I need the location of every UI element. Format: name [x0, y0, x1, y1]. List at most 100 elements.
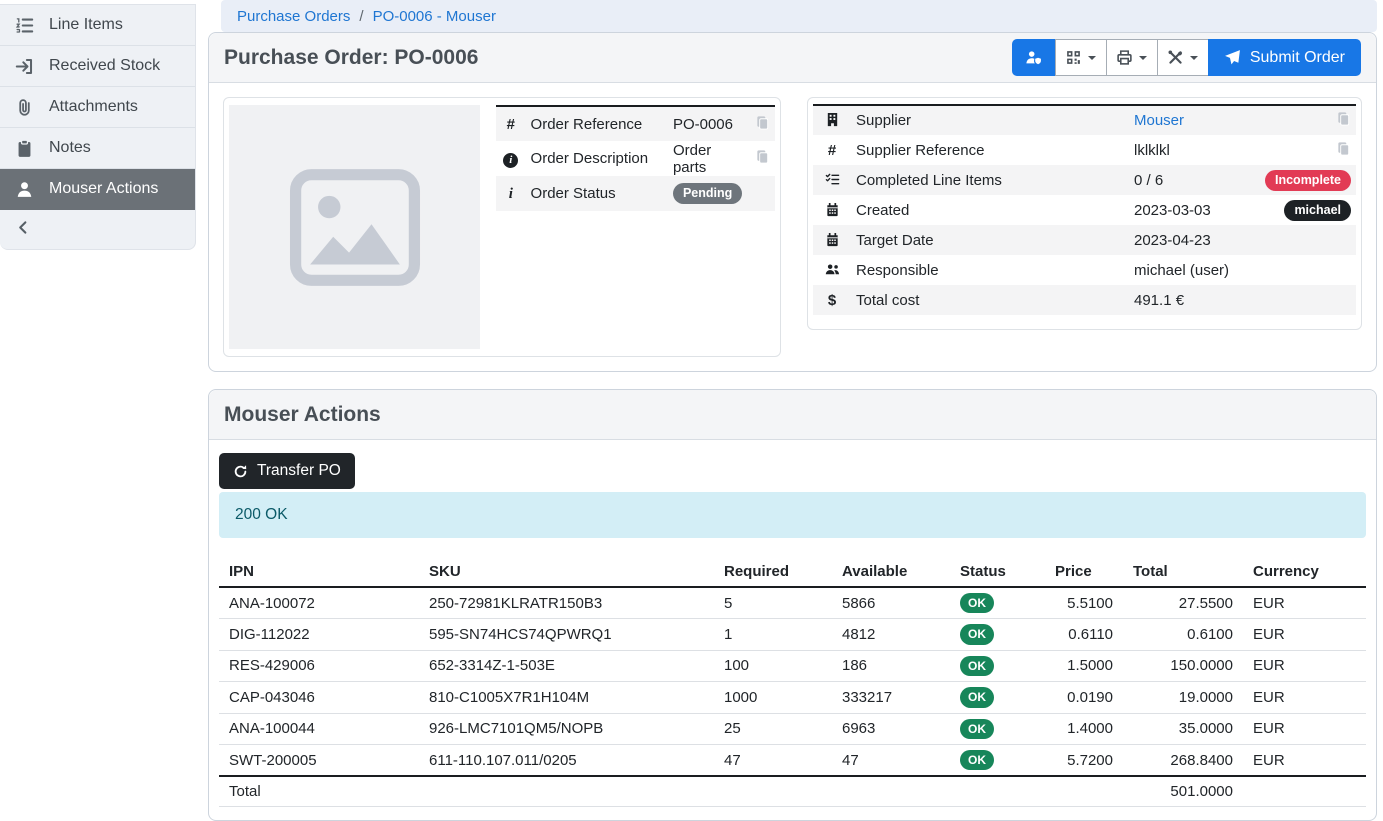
cell-sku: 926-LMC7101QM5/NOPB: [419, 713, 714, 744]
ordered-list-icon: [15, 16, 34, 35]
table-row: CAP-043046 810-C1005X7R1H104M 1000 33321…: [219, 682, 1366, 713]
table-row: ANA-100072 250-72981KLRATR150B3 5 5866 O…: [219, 587, 1366, 619]
detail-label: Supplier Reference: [851, 135, 1129, 165]
cell-ipn: DIG-112022: [219, 619, 419, 650]
supplier-details-card: Supplier Mouser # Supplier Re: [807, 97, 1362, 330]
caret-down-icon: [1088, 56, 1096, 60]
cell-ipn: CAP-043046: [219, 682, 419, 713]
detail-row: Created 2023-03-03 michael: [813, 195, 1356, 225]
detail-value: 0 / 6: [1129, 165, 1236, 195]
supplier-link[interactable]: Mouser: [1134, 112, 1184, 129]
cell-required: 1: [714, 619, 832, 650]
copy-button[interactable]: [755, 115, 770, 130]
cell-required: 5: [714, 587, 832, 619]
detail-row: i Order Status Pending: [496, 176, 775, 211]
order-toolbar: Submit Order: [1012, 39, 1361, 76]
col-header-currency: Currency: [1243, 557, 1366, 587]
detail-row: i Order Description Order parts: [496, 141, 775, 176]
sidebar-item-notes[interactable]: Notes: [0, 128, 195, 169]
sidebar-item-label: Attachments: [49, 98, 138, 116]
tools-icon: [1167, 49, 1184, 66]
cell-ipn: RES-429006: [219, 650, 419, 681]
sidebar-item-label: Notes: [49, 139, 91, 157]
qrcode-icon: [1065, 49, 1082, 66]
paperclip-icon: [15, 98, 34, 117]
breadcrumb-link-purchase-orders[interactable]: Purchase Orders: [237, 8, 350, 25]
ok-badge: OK: [960, 656, 994, 676]
total-value: 501.0000: [1123, 776, 1243, 806]
cell-price: 0.0190: [1045, 682, 1123, 713]
order-options-button[interactable]: [1157, 39, 1209, 76]
detail-label: Responsible: [851, 255, 1129, 285]
sidebar-item-attachments[interactable]: Attachments: [0, 87, 195, 128]
breadcrumb-separator: /: [359, 8, 363, 25]
cell-total: 150.0000: [1123, 650, 1243, 681]
detail-row: Completed Line Items 0 / 6 Incomplete: [813, 165, 1356, 195]
table-row: ANA-100044 926-LMC7101QM5/NOPB 25 6963 O…: [219, 713, 1366, 744]
cell-currency: EUR: [1243, 713, 1366, 744]
user-icon: [15, 180, 34, 199]
detail-row: Supplier Mouser: [813, 105, 1356, 135]
barcode-actions-button[interactable]: [1055, 39, 1107, 76]
sidebar-item-line-items[interactable]: Line Items: [0, 5, 195, 46]
order-image-placeholder: [229, 105, 480, 349]
order-summary-card: # Order Reference PO-0006: [223, 97, 781, 357]
sidebar-item-mouser-actions[interactable]: Mouser Actions: [0, 169, 195, 210]
cell-price: 5.5100: [1045, 587, 1123, 619]
detail-value: PO-0006: [668, 106, 747, 141]
app-root: Line Items Received Stock Attachments No…: [0, 0, 1383, 794]
sidebar-item-label: Mouser Actions: [49, 180, 158, 198]
refresh-icon: [233, 464, 248, 479]
dollar-icon: $: [828, 292, 836, 309]
cell-total: 27.5500: [1123, 587, 1243, 619]
detail-label: Target Date: [851, 225, 1129, 255]
col-header-required: Required: [714, 557, 832, 587]
cell-available: 5866: [832, 587, 950, 619]
sidebar-item-label: Line Items: [49, 16, 123, 34]
col-header-available: Available: [832, 557, 950, 587]
col-header-price: Price: [1045, 557, 1123, 587]
detail-value: lklklkl: [1129, 135, 1236, 165]
cell-currency: EUR: [1243, 587, 1366, 619]
detail-row: Responsible michael (user): [813, 255, 1356, 285]
list-check-icon: [825, 172, 840, 189]
copy-button[interactable]: [1336, 111, 1351, 126]
detail-label: Total cost: [851, 285, 1129, 315]
copy-button[interactable]: [755, 149, 770, 164]
sidebar-item-received-stock[interactable]: Received Stock: [0, 46, 195, 87]
mouser-actions-body: Transfer PO 200 OK IPN SKU Required: [209, 440, 1376, 820]
alert-text: 200 OK: [235, 506, 288, 524]
print-actions-button[interactable]: [1106, 39, 1158, 76]
col-header-status: Status: [950, 557, 1045, 587]
copy-icon: [1336, 144, 1351, 159]
cell-sku: 810-C1005X7R1H104M: [419, 682, 714, 713]
transfer-po-button[interactable]: Transfer PO: [219, 453, 355, 489]
breadcrumb-link-current-order[interactable]: PO-0006 - Mouser: [373, 8, 496, 25]
detail-value: Order parts: [668, 141, 747, 176]
detail-value: 2023-04-23: [1129, 225, 1236, 255]
submit-order-button[interactable]: Submit Order: [1208, 39, 1361, 76]
cell-ipn: ANA-100072: [219, 587, 419, 619]
incomplete-badge: Incomplete: [1265, 170, 1351, 191]
calendar-icon: [825, 232, 840, 249]
main-content: Purchase Orders / PO-0006 - Mouser Purch…: [196, 0, 1383, 821]
cell-required: 100: [714, 650, 832, 681]
cell-price: 0.6110: [1045, 619, 1123, 650]
detail-label: Order Description: [526, 141, 668, 176]
info-icon: i: [509, 186, 513, 202]
cell-required: 47: [714, 744, 832, 776]
ok-badge: OK: [960, 750, 994, 770]
cell-required: 1000: [714, 682, 832, 713]
copy-button[interactable]: [1336, 141, 1351, 156]
admin-button[interactable]: [1012, 39, 1056, 76]
page-title: Purchase Order: PO-0006: [224, 46, 478, 70]
table-row: SWT-200005 611-110.107.011/0205 47 47 OK…: [219, 744, 1366, 776]
cell-sku: 652-3314Z-1-503E: [419, 650, 714, 681]
detail-label: Created: [851, 195, 1129, 225]
calendar-icon: [825, 202, 840, 219]
detail-row: Target Date 2023-04-23: [813, 225, 1356, 255]
sidebar-collapse-button[interactable]: [0, 210, 195, 249]
chevron-left-icon: [16, 220, 31, 240]
copy-icon: [755, 152, 770, 167]
users-icon: [825, 262, 840, 279]
